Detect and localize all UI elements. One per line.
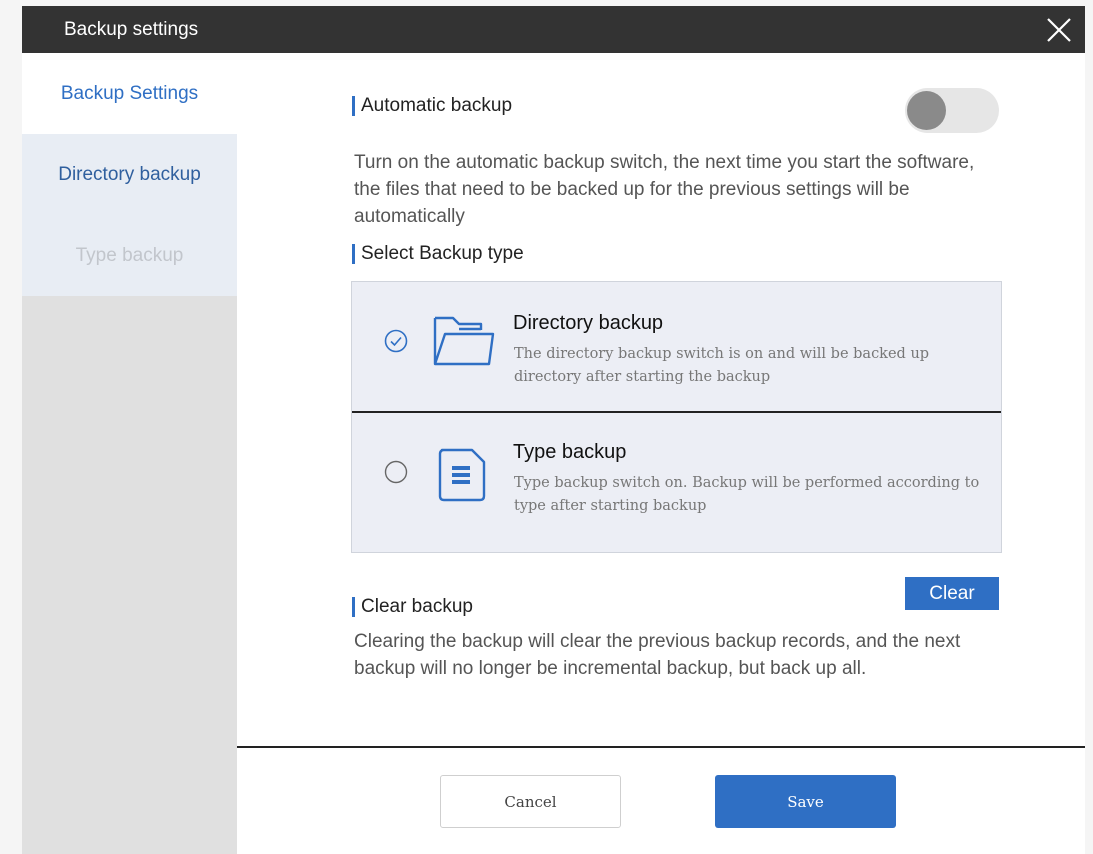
toggle-knob <box>907 91 946 130</box>
cancel-button[interactable]: Cancel <box>440 775 621 828</box>
section-marker <box>352 96 355 116</box>
radio-checked-icon[interactable] <box>384 329 408 353</box>
close-icon[interactable] <box>1043 14 1075 46</box>
sidebar-item-backup-settings[interactable]: Backup Settings <box>22 53 237 134</box>
sidebar-item-label: Backup Settings <box>60 82 199 104</box>
section-marker <box>352 597 355 617</box>
backup-type-heading: Select Backup type <box>352 243 524 265</box>
option-name: Type backup <box>513 441 627 463</box>
auto-backup-heading-text: Automatic backup <box>361 95 513 116</box>
footer-divider <box>237 746 1085 748</box>
option-description: The directory backup switch is on and wi… <box>514 346 930 385</box>
section-marker <box>352 244 355 264</box>
auto-backup-toggle[interactable] <box>905 88 999 133</box>
save-button[interactable]: Save <box>715 775 896 828</box>
sidebar-item-type-backup[interactable]: Type backup <box>22 215 237 296</box>
sidebar-item-label: Directory backup <box>58 163 201 185</box>
option-type-backup[interactable]: Type backup Type backup switch on. Backu… <box>352 413 1001 542</box>
auto-backup-description: Turn on the automatic backup switch, the… <box>354 152 975 227</box>
backup-type-options: Directory backup The directory backup sw… <box>351 281 1002 553</box>
clear-button[interactable]: Clear <box>905 577 999 610</box>
sidebar-item-label: Type backup <box>75 244 184 266</box>
auto-backup-heading: Automatic backup <box>352 95 512 117</box>
clear-backup-heading: Clear backup <box>352 596 473 618</box>
option-name: Directory backup <box>513 312 664 334</box>
backup-type-heading-text: Select Backup type <box>361 243 524 264</box>
option-description: Type backup switch on. Backup will be pe… <box>514 475 980 514</box>
document-icon <box>438 448 486 502</box>
sidebar: Backup Settings Directory backup Type ba… <box>22 53 237 854</box>
clear-backup-description: Clearing the backup will clear the previ… <box>354 631 961 679</box>
dialog-title: Backup settings <box>64 19 199 40</box>
radio-unchecked-icon[interactable] <box>384 460 408 484</box>
title-bar: Backup settings <box>22 6 1085 53</box>
backup-settings-dialog: Backup settings Backup Settings Director… <box>22 6 1085 854</box>
clear-backup-heading-text: Clear backup <box>361 596 473 617</box>
sidebar-item-directory-backup[interactable]: Directory backup <box>22 134 237 215</box>
option-directory-backup[interactable]: Directory backup The directory backup sw… <box>352 282 1001 411</box>
folder-icon <box>433 316 495 366</box>
main-panel: Automatic backup Turn on the automatic b… <box>237 53 1085 854</box>
